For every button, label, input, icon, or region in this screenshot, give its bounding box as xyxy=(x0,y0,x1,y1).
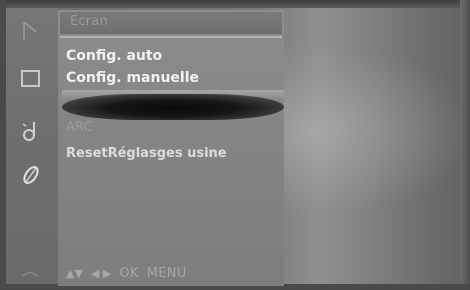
frame-right xyxy=(460,0,470,290)
option-icon[interactable] xyxy=(18,162,44,188)
osd-screen: Ecran Config. auto Config. manuelle ARC … xyxy=(0,0,470,290)
menu-item-reset[interactable]: ResetRéglasges usine xyxy=(66,146,227,161)
audio-icon[interactable] xyxy=(18,118,44,144)
frame-top xyxy=(0,0,470,8)
title-divider xyxy=(60,36,282,38)
picture-icon[interactable] xyxy=(18,18,44,44)
menu-item-config-auto[interactable]: Config. auto xyxy=(66,48,162,64)
navigation-legend: ▲▼ ◀ ▶ OK MENU xyxy=(66,264,187,282)
menu-item-arc[interactable]: ARC xyxy=(66,120,92,135)
menu-title-bar: Ecran xyxy=(60,12,282,34)
menu-title: Ecran xyxy=(70,14,108,29)
left-right-arrows-icon: ◀ ▶ xyxy=(90,266,112,280)
ok-label: OK xyxy=(119,265,139,281)
menu-item-selected[interactable] xyxy=(62,94,284,120)
category-icon-strip xyxy=(6,8,58,284)
screen-icon[interactable] xyxy=(18,66,44,92)
input-icon[interactable] xyxy=(18,258,44,284)
menu-item-config-manuelle[interactable]: Config. manuelle xyxy=(66,70,199,86)
osd-menu-panel: Ecran Config. auto Config. manuelle ARC … xyxy=(58,10,284,286)
up-down-arrows-icon: ▲▼ xyxy=(66,266,83,280)
menu-label: MENU xyxy=(146,265,187,281)
